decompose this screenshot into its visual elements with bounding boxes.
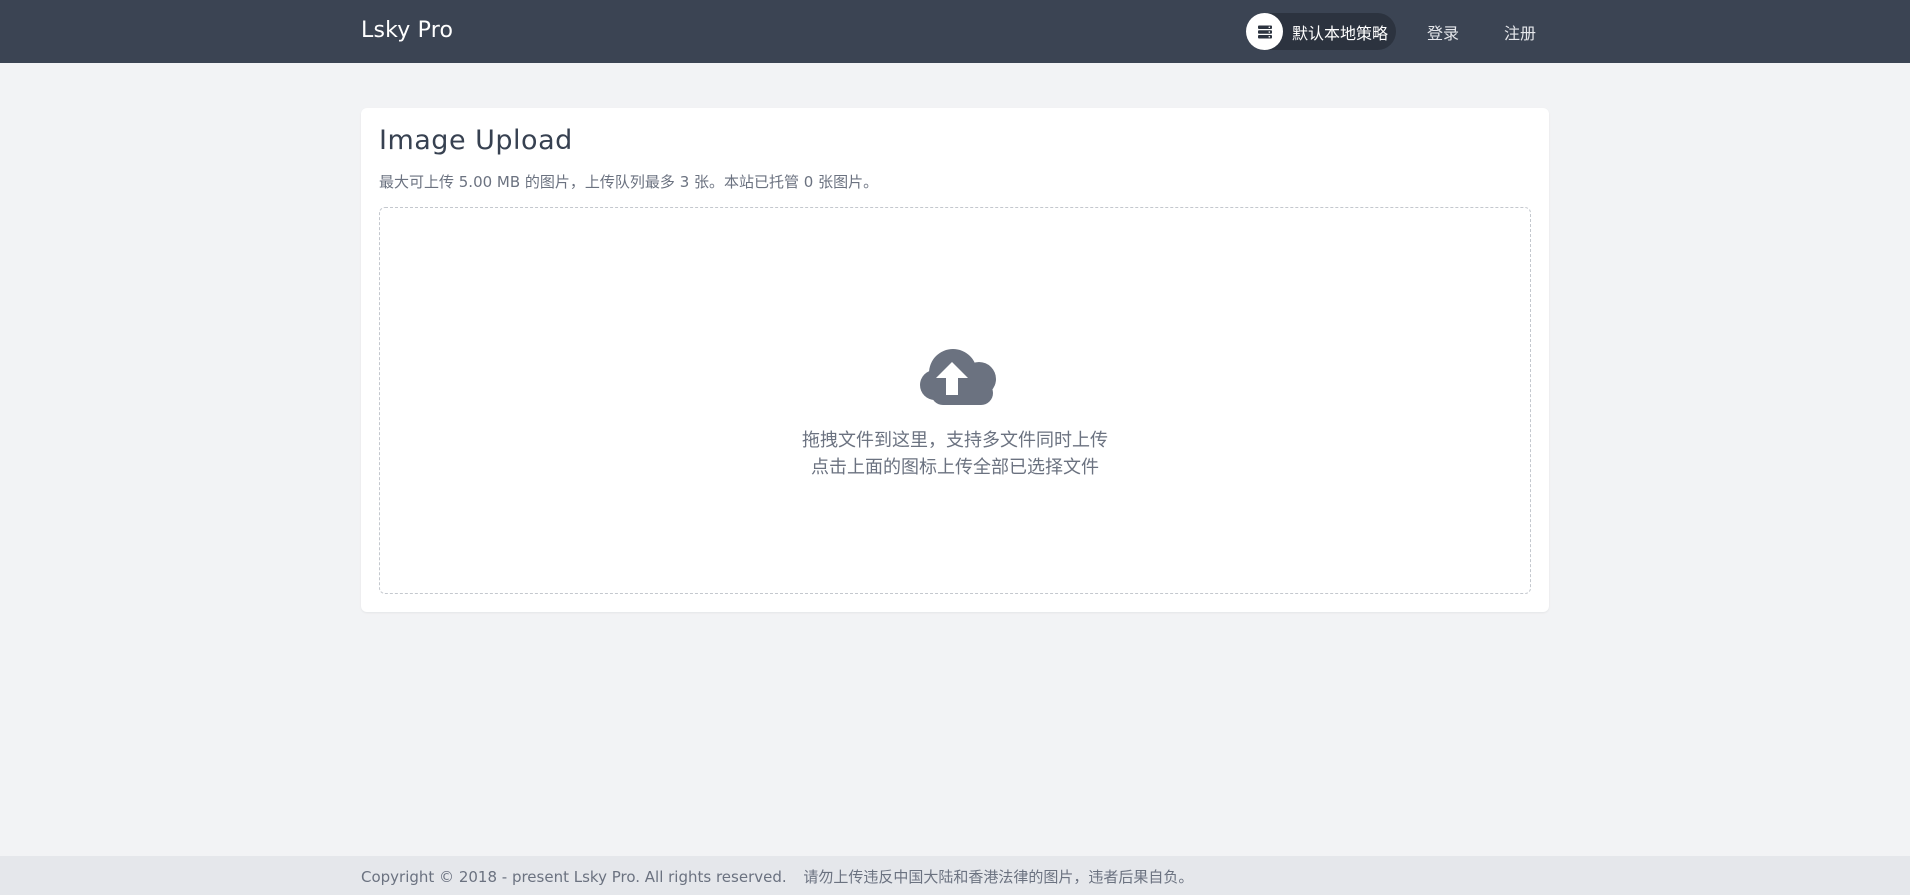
strategy-label: 默认本地策略 — [1292, 23, 1389, 43]
upload-card: Image Upload 最大可上传 5.00 MB 的图片，上传队列最多 3 … — [361, 108, 1549, 612]
footer: Copyright © 2018 - present Lsky Pro. All… — [0, 856, 1910, 895]
upload-limits-text: 最大可上传 5.00 MB 的图片，上传队列最多 3 张。本站已托管 0 张图片… — [379, 173, 879, 191]
login-link[interactable]: 登录 — [1427, 20, 1459, 44]
copyright-text: Copyright © 2018 - present Lsky Pro. All… — [361, 868, 787, 886]
page-title: Image Upload — [379, 125, 573, 156]
legal-notice-text: 请勿上传违反中国大陆和香港法律的图片，违者后果自负。 — [803, 868, 1194, 886]
register-link[interactable]: 注册 — [1504, 20, 1536, 44]
brand-logo-text[interactable]: Lsky Pro — [361, 18, 453, 43]
cloud-upload-icon[interactable] — [913, 343, 1001, 405]
drop-hint-line-2: 点击上面的图标上传全部已选择文件 — [811, 457, 1099, 478]
storage-strategy-selector[interactable]: 默认本地策略 — [1246, 13, 1396, 50]
top-navbar: Lsky Pro 默认本地策略 登录 注册 — [0, 0, 1910, 63]
server-icon — [1246, 13, 1283, 50]
drop-hint-line-1: 拖拽文件到这里，支持多文件同时上传 — [802, 430, 1108, 451]
footer-text: Copyright © 2018 - present Lsky Pro. All… — [361, 866, 1193, 887]
upload-dropzone[interactable]: 拖拽文件到这里，支持多文件同时上传 点击上面的图标上传全部已选择文件 — [379, 207, 1531, 594]
